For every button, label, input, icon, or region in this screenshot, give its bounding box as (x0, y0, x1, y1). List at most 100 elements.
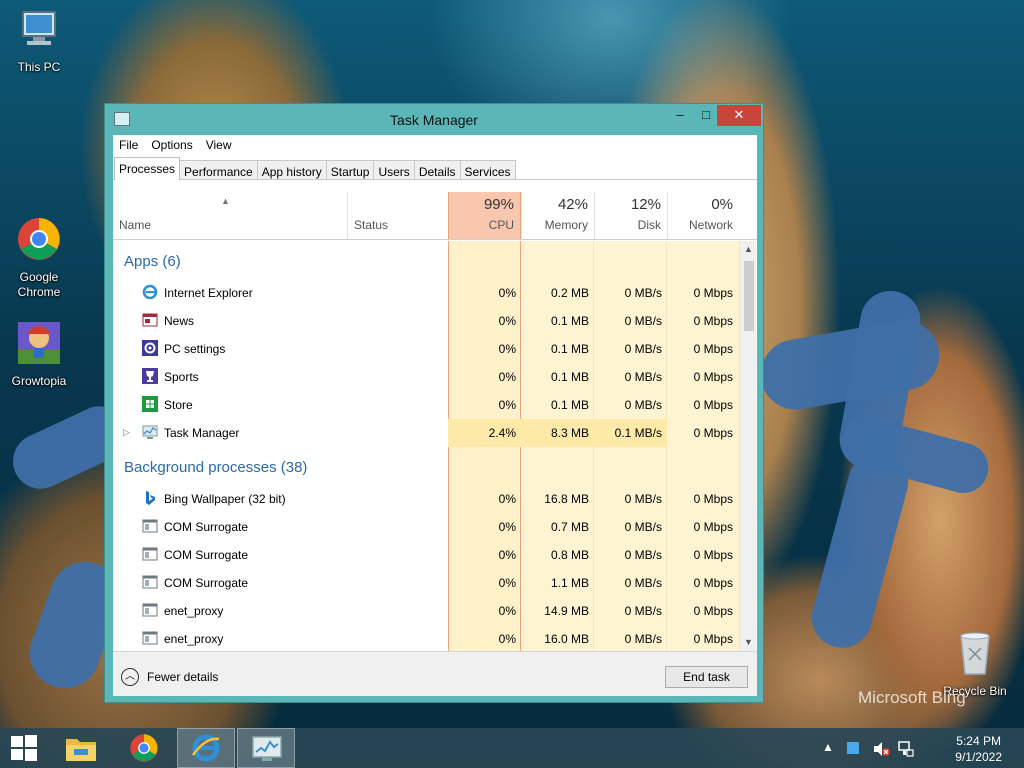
tab-app-history[interactable]: App history (256, 160, 327, 180)
column-header-network[interactable]: 0% Network (667, 192, 739, 239)
cell-cpu: 0% (498, 548, 516, 562)
cell-memory: 14.9 MB (544, 604, 589, 618)
cell-memory: 0.7 MB (550, 520, 589, 534)
taskbar-internet-explorer[interactable] (177, 728, 235, 768)
process-row[interactable]: COM Surrogate 0% 1.1 MB 0 MB/s 0 Mbps (113, 569, 739, 597)
volume-muted-icon[interactable] (873, 741, 891, 757)
file-explorer-icon (66, 739, 96, 761)
system-clock[interactable]: 5:24 PM 9/1/2022 (955, 733, 1002, 765)
process-list: Apps (6) Background processes (38) Inter… (113, 241, 739, 651)
internet-explorer-icon (191, 734, 220, 762)
clock-time: 5:24 PM (956, 734, 1001, 748)
cell-disk: 0 MB/s (624, 604, 662, 618)
process-row[interactable]: Internet Explorer 0% 0.2 MB 0 MB/s 0 Mbps (113, 279, 739, 307)
cell-network: 0 Mbps (693, 426, 733, 440)
process-name: COM Surrogate (164, 576, 249, 590)
cell-cpu: 0% (498, 576, 516, 590)
cell-cpu: 0% (498, 286, 516, 300)
tab-startup[interactable]: Startup (325, 160, 375, 180)
process-row[interactable]: enet_proxy 0% 16.0 MB 0 MB/s 0 Mbps (113, 625, 739, 651)
desktop-icon-growtopia[interactable]: Growtopia (1, 320, 77, 389)
column-label: Name (119, 218, 152, 232)
end-task-button[interactable]: End task (665, 666, 748, 688)
cell-memory: 16.8 MB (544, 492, 589, 506)
menu-options[interactable]: Options (151, 135, 199, 155)
tab-performance[interactable]: Performance (179, 160, 258, 180)
cell-memory: 0.8 MB (550, 548, 589, 562)
expand-arrow-icon[interactable]: ▷ (123, 427, 130, 438)
taskbar-file-explorer[interactable] (52, 728, 110, 768)
show-hidden-icons-arrow-icon[interactable]: ▲ (822, 740, 834, 754)
footer-bar: ︿ Fewer details End task (113, 651, 757, 696)
vertical-scrollbar[interactable]: ▲ ▼ (739, 241, 756, 651)
cell-disk: 0 MB/s (624, 314, 662, 328)
start-button[interactable] (0, 728, 48, 768)
network-icon[interactable] (898, 741, 914, 757)
cell-network: 0 Mbps (693, 342, 733, 356)
cell-cpu: 0% (498, 370, 516, 384)
task-manager-window[interactable]: Task Manager – □ ✕ File Options View Pro… (104, 103, 764, 703)
tab-services[interactable]: Services (459, 160, 516, 180)
cell-disk: 0 MB/s (624, 398, 662, 412)
cell-memory: 8.3 MB (550, 426, 589, 440)
process-row[interactable]: News 0% 0.1 MB 0 MB/s 0 Mbps (113, 307, 739, 335)
column-header-cpu[interactable]: 99% CPU (448, 192, 521, 239)
process-row[interactable]: Store 0% 0.1 MB 0 MB/s 0 Mbps (113, 391, 739, 419)
process-row[interactable]: ▷ Task Manager 2.4% 8.3 MB 0.1 MB/s 0 Mbps (113, 419, 739, 447)
column-label: CPU (488, 218, 514, 232)
process-icon (142, 518, 158, 534)
title-bar[interactable]: Task Manager – □ ✕ (105, 104, 763, 136)
tab-processes[interactable]: Processes (114, 157, 181, 180)
starfish-decoration (805, 445, 915, 655)
maximize-button[interactable]: □ (693, 105, 719, 126)
process-row[interactable]: PC settings 0% 0.1 MB 0 MB/s 0 Mbps (113, 335, 739, 363)
process-row[interactable]: Bing Wallpaper (32 bit) 0% 16.8 MB 0 MB/s 0 … (113, 485, 739, 513)
process-name: enet_proxy (164, 632, 224, 646)
taskbar-chrome[interactable] (115, 728, 173, 768)
process-name: COM Surrogate (164, 520, 249, 534)
cell-network: 0 Mbps (693, 398, 733, 412)
disk-total-percent: 12% (630, 196, 661, 213)
column-header-name[interactable]: ▲ Name (113, 192, 347, 239)
action-center-icon[interactable] (846, 741, 860, 755)
column-label: Status (354, 218, 389, 232)
taskbar-task-manager[interactable] (237, 728, 295, 768)
column-header-status[interactable]: Status (347, 192, 448, 239)
scroll-down-arrow-icon[interactable]: ▼ (744, 637, 753, 647)
chevron-up-icon: ︿ (121, 668, 139, 686)
cell-network: 0 Mbps (693, 632, 733, 646)
column-header-memory[interactable]: 42% Memory (521, 192, 594, 239)
process-row[interactable]: Sports 0% 0.1 MB 0 MB/s 0 Mbps (113, 363, 739, 391)
menu-file[interactable]: File (119, 135, 145, 155)
cell-network: 0 Mbps (693, 492, 733, 506)
bing-icon (142, 490, 158, 506)
cell-memory: 16.0 MB (544, 632, 589, 646)
scrollbar-thumb[interactable] (744, 261, 754, 331)
scroll-up-arrow-icon[interactable]: ▲ (744, 244, 753, 254)
process-row[interactable]: COM Surrogate 0% 0.8 MB 0 MB/s 0 Mbps (113, 541, 739, 569)
menu-view[interactable]: View (206, 135, 239, 155)
cell-network: 0 Mbps (693, 576, 733, 590)
cell-cpu: 0% (498, 314, 516, 328)
desktop-icon-this-pc[interactable]: This PC (1, 10, 77, 75)
cell-network: 0 Mbps (693, 548, 733, 562)
task-manager-icon (252, 736, 282, 761)
process-icon (142, 602, 158, 618)
process-name: enet_proxy (164, 604, 224, 618)
desktop-icon-google-chrome[interactable]: Google Chrome (1, 216, 77, 300)
column-header-row: ▲ Name Status 99% CPU 42% Memory 12% Dis… (113, 192, 757, 240)
network-total-percent: 0% (711, 196, 733, 213)
fewer-details-button[interactable]: ︿ Fewer details (121, 668, 218, 686)
column-header-disk[interactable]: 12% Disk (594, 192, 667, 239)
process-row[interactable]: COM Surrogate 0% 0.7 MB 0 MB/s 0 Mbps (113, 513, 739, 541)
growtopia-icon (18, 322, 60, 364)
tab-users[interactable]: Users (373, 160, 415, 180)
column-label: Network (688, 218, 733, 232)
close-button[interactable]: ✕ (717, 105, 761, 126)
cell-disk: 0.1 MB/s (614, 426, 662, 440)
process-row[interactable]: enet_proxy 0% 14.9 MB 0 MB/s 0 Mbps (113, 597, 739, 625)
minimize-button[interactable]: – (667, 105, 693, 126)
process-name: PC settings (164, 342, 226, 356)
process-name: COM Surrogate (164, 548, 249, 562)
tab-details[interactable]: Details (413, 160, 461, 180)
